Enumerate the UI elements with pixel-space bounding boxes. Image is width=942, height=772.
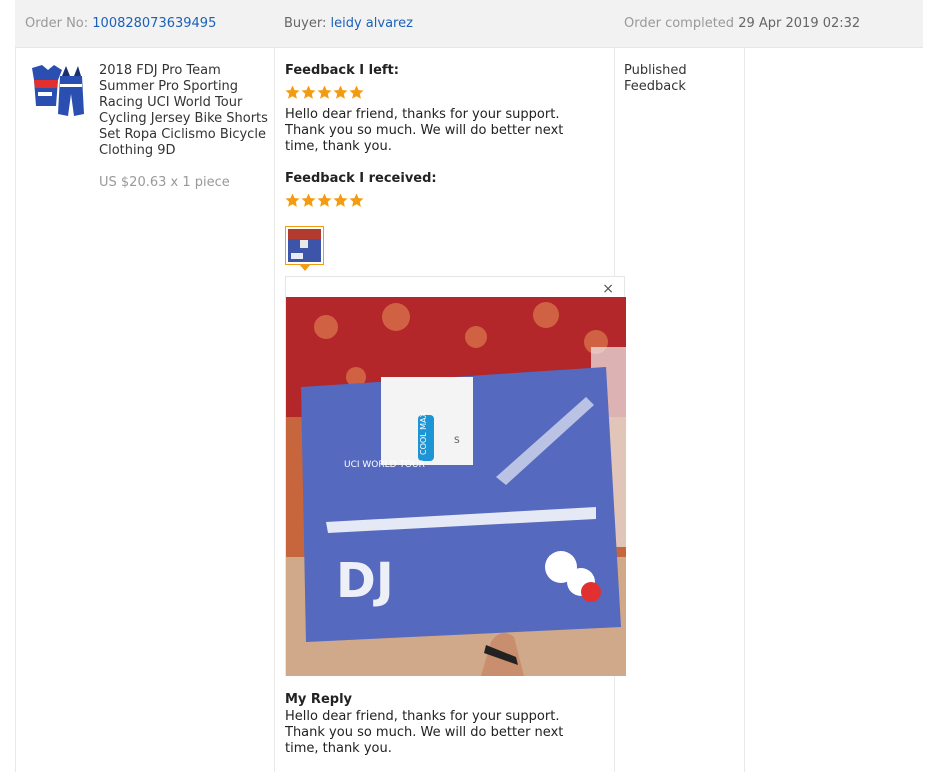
order-number-link[interactable]: 100828073639495 (92, 16, 216, 31)
status-line-published: Published (624, 63, 687, 78)
column-divider (274, 48, 275, 772)
star-icon (349, 193, 364, 207)
order-number-field: Order No: 100828073639495 (25, 16, 216, 31)
buyer-field: Buyer: leidy alvarez (284, 16, 413, 31)
close-icon[interactable]: × (602, 281, 614, 297)
feedback-received-title: Feedback I received: (285, 171, 437, 186)
star-icon (285, 193, 300, 207)
product-price: US $20.63 x 1 piece (99, 175, 230, 190)
star-icon (333, 193, 348, 207)
feedback-left-rating (285, 85, 605, 100)
star-icon (349, 85, 364, 99)
tag-size-text: S (454, 436, 460, 446)
order-number-label: Order No: (25, 16, 89, 31)
star-icon (285, 85, 300, 99)
buyer-photo-thumbnail[interactable] (285, 226, 324, 265)
order-completed-date: 29 Apr 2019 02:32 (738, 16, 861, 31)
buyer-photo: COOL MAX S UCI WORLD TOUR DJ (286, 297, 626, 676)
tag-brand-text: COOL MAX (419, 411, 428, 455)
status-line-feedback: Feedback (624, 79, 686, 94)
feedback-status: Published Feedback (624, 63, 734, 95)
feedback-cell: Feedback I left: Hello dear friend, than… (285, 63, 605, 208)
my-reply-text: Hello dear friend, thanks for your suppo… (285, 709, 564, 756)
order-header: Order No: 100828073639495 Buyer: leidy a… (15, 0, 923, 48)
my-reply-title: My Reply (285, 692, 352, 707)
star-icon (317, 85, 332, 99)
star-icon (317, 193, 332, 207)
order-completed-field: Order completed 29 Apr 2019 02:32 (624, 16, 860, 31)
column-divider (15, 48, 16, 772)
buyer-label: Buyer: (284, 16, 327, 31)
feedback-left-text: Hello dear friend, thanks for your suppo… (285, 107, 564, 154)
jersey-letters-text: DJ (336, 553, 394, 609)
order-completed-label: Order completed (624, 16, 735, 31)
product-thumbnail[interactable] (24, 62, 86, 124)
photo-thumbnail-image (288, 229, 321, 262)
thumbnail-pointer (299, 264, 311, 271)
star-icon (301, 85, 316, 99)
column-divider (744, 48, 745, 772)
my-reply: My Reply Hello dear friend, thanks for y… (285, 692, 605, 757)
jersey-print-text: UCI WORLD TOUR (344, 460, 425, 470)
product-name-link[interactable]: 2018 FDJ Pro Team Summer Pro Sporting Ra… (99, 63, 269, 159)
star-icon (301, 193, 316, 207)
feedback-received-rating (285, 193, 605, 208)
photo-viewer: × COOL MAX S UCI WORLD TOUR DJ (285, 276, 626, 676)
feedback-left-title: Feedback I left: (285, 63, 399, 78)
star-icon (333, 85, 348, 99)
buyer-name-link[interactable]: leidy alvarez (331, 16, 413, 31)
